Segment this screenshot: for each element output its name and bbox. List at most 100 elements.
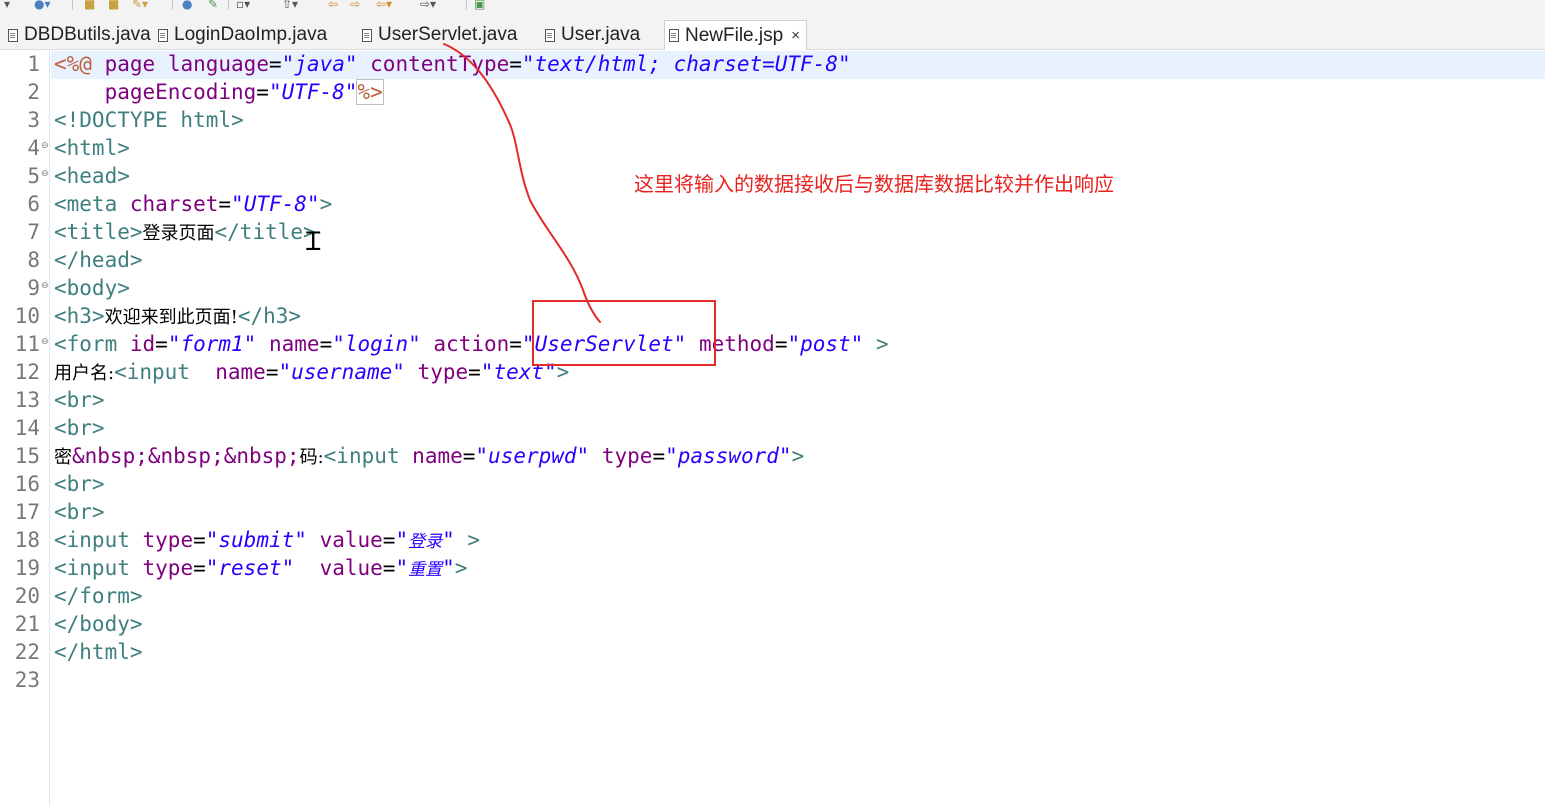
toolbar-forward-icon[interactable]: ⇨	[350, 0, 360, 11]
tab-label: DBDButils.java	[24, 24, 151, 45]
html-entities: &nbsp;&nbsp;&nbsp;	[72, 444, 300, 468]
tag: <form	[54, 332, 118, 356]
code-text: <%@ page language="java" contentType="te…	[54, 51, 851, 77]
code-line: 23	[0, 666, 1545, 694]
tab-userservlet[interactable]: UserServlet.java	[362, 20, 517, 50]
text-content: 用户名:	[54, 363, 115, 384]
tag: <input	[54, 556, 130, 580]
fold-icon[interactable]: ⊖	[41, 337, 49, 347]
toolbar-wand-icon[interactable]: ✎▾	[132, 0, 148, 11]
code-text: <br>	[54, 472, 105, 496]
equals: =	[268, 52, 282, 76]
attr-value-text: 登录	[408, 532, 443, 552]
file-icon	[158, 28, 168, 42]
code-line: 19 <input type="reset" value="重置">	[0, 554, 1545, 582]
toolbar-next-edit-icon[interactable]: ⇨▾	[420, 0, 436, 11]
jsp-directive-close: %>	[356, 79, 384, 105]
toolbar-back-icon[interactable]: ⇦	[328, 0, 338, 11]
equals: =	[382, 556, 396, 580]
code-text: 用户名:<input name="username" type="text">	[54, 359, 569, 387]
attr-name: id	[129, 332, 156, 356]
tag: <input	[323, 444, 400, 468]
code-text: <head>	[54, 164, 130, 188]
attr-value: "login"	[332, 332, 421, 356]
toolbar-dropdown-icon[interactable]: ▾	[4, 0, 10, 11]
code-text: <title>登录页面</title>	[54, 219, 316, 247]
toolbar-up-icon[interactable]: ⇧▾	[282, 0, 298, 11]
tag: >	[454, 556, 468, 580]
code-text: <br>	[54, 500, 105, 524]
fold-icon[interactable]: ⊖	[41, 281, 49, 291]
equals: =	[155, 332, 168, 356]
code-text: pageEncoding="UTF-8"%>	[54, 79, 384, 105]
code-text: <h3>欢迎来到此页面!</h3>	[54, 303, 301, 331]
line-number: 11	[14, 332, 40, 356]
attr-name: type	[417, 360, 469, 384]
attr-name: type	[601, 444, 653, 468]
equals: =	[382, 528, 396, 552]
close-icon[interactable]: ×	[791, 27, 800, 44]
fold-icon[interactable]: ⊖	[41, 169, 49, 179]
toolbar-new-icon[interactable]: ▣	[474, 0, 485, 11]
tab-label: LoginDaoImp.java	[174, 24, 328, 45]
fold-icon[interactable]: ⊖	[41, 141, 49, 151]
file-icon	[669, 29, 679, 42]
code-text: <form id="form1" name="login" action="Us…	[54, 331, 889, 357]
text-content: 码:	[299, 447, 324, 468]
toolbar-prev-edit-icon[interactable]: ⇦▾	[376, 0, 392, 11]
equals: =	[509, 52, 522, 76]
code-editor[interactable]: 1 <%@ page language="java" contentType="…	[0, 50, 1545, 806]
equals: =	[256, 80, 269, 104]
jsp-directive-open: <%@	[54, 52, 92, 76]
text-content: 密	[54, 447, 72, 468]
line-number: 13	[14, 388, 40, 412]
line-number: 20	[14, 584, 40, 608]
tab-user[interactable]: User.java	[545, 20, 640, 50]
tab-label: NewFile.jsp	[685, 24, 784, 46]
toolbar-run-icon[interactable]: ●▾	[34, 0, 51, 11]
code-text: </form>	[54, 584, 143, 608]
code-line: 2 pageEncoding="UTF-8"%>	[0, 78, 1545, 106]
tab-label: User.java	[561, 24, 641, 45]
tab-dbutils[interactable]: DBDButils.java	[8, 20, 151, 50]
code-text: </body>	[54, 612, 143, 636]
code-line: 12 用户名:<input name="username" type="text…	[0, 358, 1545, 386]
code-text: <br>	[54, 416, 105, 440]
attr-name: value	[319, 556, 383, 580]
code-text: <!DOCTYPE html>	[54, 108, 244, 132]
toolbar-edit-icon[interactable]: ✎	[208, 0, 218, 11]
tab-newfile-jsp[interactable]: NewFile.jsp ×	[664, 20, 807, 50]
line-number: 14	[14, 416, 40, 440]
tag: >	[467, 528, 481, 552]
toolbar-open-icon[interactable]: ■	[108, 0, 119, 11]
code-text: <meta charset="UTF-8">	[54, 191, 332, 217]
attr-value: "text/html; charset=UTF-8"	[521, 52, 851, 76]
code-line: 14 <br>	[0, 414, 1545, 442]
quote: "	[395, 528, 409, 552]
line-number: 19	[14, 556, 40, 580]
code-line: 17 <br>	[0, 498, 1545, 526]
attr-value: "username"	[278, 360, 405, 384]
code-line: 1 <%@ page language="java" contentType="…	[0, 50, 1545, 78]
code-line: 8 </head>	[0, 246, 1545, 274]
code-text: </html>	[54, 640, 143, 664]
toolbar-folder-icon[interactable]: ■	[84, 0, 95, 11]
toolbar-separator	[172, 0, 173, 10]
annotation-note: 这里将输入的数据接收后与数据库数据比较并作出响应	[634, 172, 1114, 196]
equals: =	[462, 444, 476, 468]
line-number: 3	[27, 108, 40, 132]
code-text: <body>	[54, 276, 130, 300]
equals: =	[774, 332, 788, 356]
toolbar-annotation-icon[interactable]: ▫▾	[236, 0, 250, 11]
attr-name: value	[319, 528, 383, 552]
quote: "	[442, 528, 455, 552]
editor-tab-bar: DBDButils.java LoginDaoImp.java UserServ…	[0, 14, 1545, 50]
attr-value: "UTF-8"	[268, 80, 358, 104]
attr-name: contentType	[370, 52, 510, 76]
tab-logindaoimp[interactable]: LoginDaoImp.java	[158, 20, 327, 50]
tag: <title>	[54, 220, 143, 244]
attr-name: action	[433, 332, 510, 356]
tag: >	[791, 444, 805, 468]
toolbar-globe-icon[interactable]: ●	[182, 0, 192, 11]
tag: <h3>	[54, 304, 105, 328]
